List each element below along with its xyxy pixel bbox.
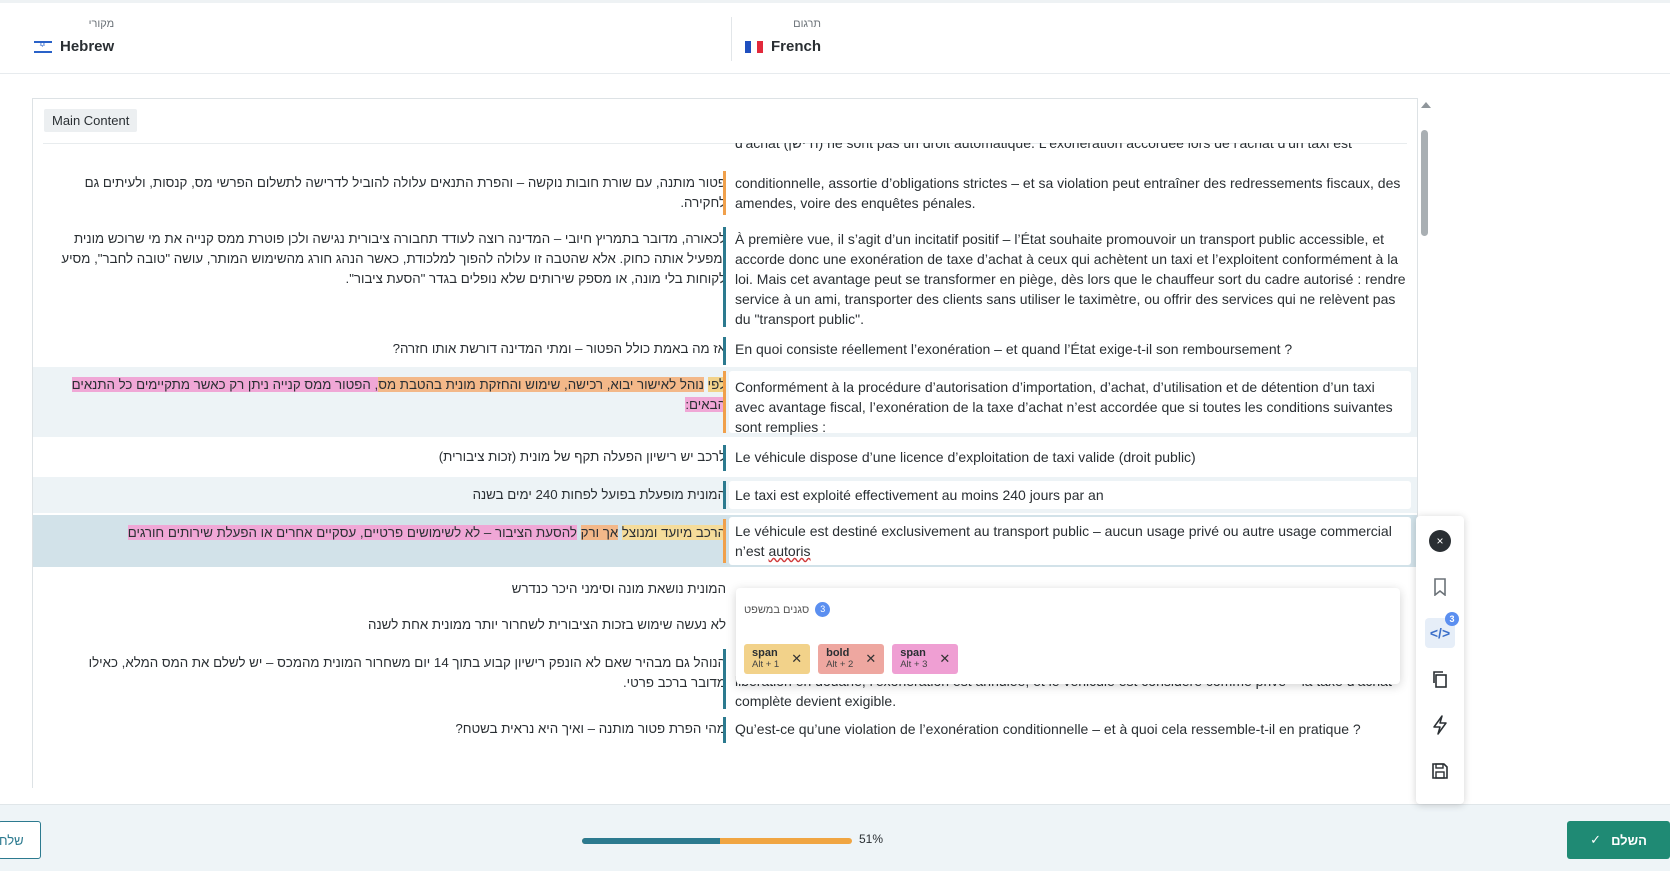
complete-button[interactable]: השלם ✓ xyxy=(1567,821,1670,859)
segment-status-bar xyxy=(723,481,726,509)
save-segment-button[interactable] xyxy=(1425,756,1455,786)
segment-row-11[interactable]: מהי הפרת פטור מותנה – ואיך היא נראית בשט… xyxy=(33,711,1417,747)
tag-span-1: הרכב מיועד ומנוצל xyxy=(621,525,726,540)
segment-source: פטור מותנה, עם שורת חובות נוקשה – והפרת … xyxy=(84,175,726,210)
segment-tags-popup: סגנים במשפט 3 span Alt + 1 ✕ bold Alt + … xyxy=(736,588,1400,684)
close-toolbar-button[interactable]: × xyxy=(1425,526,1455,556)
bookmark-icon xyxy=(1434,578,1446,596)
segment-row-2[interactable]: לכאורה, מדובר בתמריץ חיובי – המדינה רוצה… xyxy=(33,221,1417,327)
segment-status-bar xyxy=(723,171,726,215)
segment-target[interactable]: Conformément à la procédure d’autorisati… xyxy=(729,371,1411,435)
segment-target[interactable]: À première vue, il s’agit d’un incitatif… xyxy=(735,229,1407,329)
scroll-up-arrow-icon[interactable] xyxy=(1421,102,1431,108)
remove-tag-icon[interactable]: ✕ xyxy=(865,651,876,667)
segment-target[interactable]: En quoi consiste réellement l’exonératio… xyxy=(735,339,1407,359)
tag-chips: span Alt + 1 ✕ bold Alt + 2 ✕ span Alt +… xyxy=(744,644,959,674)
tags-count-badge: 3 xyxy=(815,602,831,617)
tags-popup-title: סגנים במשפט xyxy=(744,603,810,616)
segment-source: לכאורה, מדובר בתמריץ חיובי – המדינה רוצה… xyxy=(61,231,726,286)
scroll-thumb[interactable] xyxy=(1421,130,1428,236)
tag-bold: נוהל לאישור יבוא, רכישה, שימוש והחזקת מו… xyxy=(378,377,704,392)
segment-row-7[interactable]: הרכב מיועד ומנוצל אך ורק להסעת הציבור – … xyxy=(33,515,1417,567)
clipped-segment-target: d'achat (ה ישן) ne sont pas un droit aut… xyxy=(735,143,1352,151)
segment-source: הרכב מיועד ומנוצל אך ורק להסעת הציבור – … xyxy=(51,523,726,543)
segment-status-bar xyxy=(723,519,726,563)
machine-translate-button[interactable] xyxy=(1425,710,1455,740)
segment-source: לא נעשה שימוש בזכות הציבורית לשחרור יותר… xyxy=(368,617,726,632)
bookmark-button[interactable] xyxy=(1425,572,1455,602)
segment-source: לפי נוהל לאישור יבוא, רכישה, שימוש והחזק… xyxy=(51,375,726,415)
segment-status-bar xyxy=(723,337,726,365)
tag-chip-span-2[interactable]: span Alt + 3 ✕ xyxy=(892,644,959,674)
progress-percent: 51% xyxy=(859,832,884,846)
lightning-icon xyxy=(1433,715,1447,735)
footer-bar: שלח 51% השלם ✓ xyxy=(0,804,1670,871)
check-icon: ✓ xyxy=(1590,832,1602,847)
france-flag-icon xyxy=(745,40,763,53)
israel-flag-icon xyxy=(34,40,52,53)
segment-toolbar: × </> 3 xyxy=(1416,516,1464,804)
source-language: מקורי Hebrew xyxy=(34,18,114,55)
remove-tag-icon[interactable]: ✕ xyxy=(791,651,802,667)
language-header: מקורי Hebrew תרגום French xyxy=(0,4,1670,74)
send-button[interactable]: שלח xyxy=(0,821,41,859)
tag-bold: אך ורק xyxy=(580,525,619,540)
top-accent-line xyxy=(0,0,1670,3)
segment-target-editor[interactable]: Le véhicule est destiné exclusivement au… xyxy=(729,517,1411,565)
segment-status-bar xyxy=(723,371,726,433)
progress-fill xyxy=(582,838,720,844)
segment-source: לרכב יש רישיון הפעלה תקף של מונית (זכות … xyxy=(438,449,726,464)
tag-chip-span-1[interactable]: span Alt + 1 ✕ xyxy=(744,644,811,674)
segment-row-1[interactable]: פטור מותנה, עם שורת חובות נוקשה – והפרת … xyxy=(33,165,1417,217)
tag-chip-bold[interactable]: bold Alt + 2 ✕ xyxy=(818,644,885,674)
target-language-caption: תרגום xyxy=(793,18,822,30)
segment-row-6[interactable]: המונית מופעלת בפועל לפחות 240 ימים בשנה … xyxy=(33,477,1417,513)
segment-target[interactable]: Le taxi est exploité effectivement au mo… xyxy=(729,481,1411,509)
segment-target[interactable]: Le véhicule dispose d’une licence d’expl… xyxy=(735,447,1407,467)
tags-button[interactable]: </> 3 xyxy=(1425,612,1459,648)
segment-status-bar xyxy=(723,227,726,327)
segment-source: המונית נושאת מונה וסימני היכר כנדרש xyxy=(511,581,726,596)
segment-target[interactable]: Qu’est-ce qu’une violation de l’exonérat… xyxy=(735,719,1407,739)
segment-row-3[interactable]: אז מה באמת כולל הפטור – ומתי המדינה דורש… xyxy=(33,333,1417,365)
segment-row-5[interactable]: לרכב יש רישיון הפעלה תקף של מונית (זכות … xyxy=(33,439,1417,475)
segment-row-4[interactable]: לפי נוהל לאישור יבוא, רכישה, שימוש והחזק… xyxy=(33,367,1417,437)
progress-bar xyxy=(582,838,852,844)
remove-tag-icon[interactable]: ✕ xyxy=(939,651,950,667)
main-content-panel: Main Content d'achat (ה ישן) ne sont pas… xyxy=(32,98,1418,788)
code-icon: </> xyxy=(1429,625,1451,641)
copy-icon xyxy=(1433,671,1447,688)
segment-status-bar xyxy=(723,445,726,471)
segment-status-bar xyxy=(723,649,726,709)
segment-target[interactable]: conditionnelle, assortie d’obligations s… xyxy=(735,173,1407,213)
header-divider xyxy=(731,17,732,61)
source-language-caption: מקורי xyxy=(88,18,115,30)
misspelled-word[interactable]: autoris xyxy=(768,543,810,559)
tag-span-2: להסעת הציבור – לא לשימושים פרטיים, עסקיי… xyxy=(127,525,577,540)
tags-badge: 3 xyxy=(1445,612,1459,626)
segment-status-bar xyxy=(723,717,726,743)
segment-source: מהי הפרת פטור מותנה – ואיך היא נראית בשט… xyxy=(455,721,726,736)
close-icon: × xyxy=(1429,530,1451,552)
target-language: תרגום French xyxy=(745,18,821,55)
copy-source-button[interactable] xyxy=(1425,664,1455,694)
source-language-name: Hebrew xyxy=(60,38,115,55)
save-icon xyxy=(1432,763,1448,779)
complete-button-label: השלם xyxy=(1611,832,1647,848)
segment-source: הנוהל גם מבהיר שאם לא הונפק רישיון קבוע … xyxy=(88,655,726,690)
segment-source: אז מה באמת כולל הפטור – ומתי המדינה דורש… xyxy=(392,341,726,356)
target-language-name: French xyxy=(771,38,822,55)
segment-source: המונית מופעלת בפועל לפחות 240 ימים בשנה xyxy=(472,487,726,502)
panel-label: Main Content xyxy=(44,109,138,132)
